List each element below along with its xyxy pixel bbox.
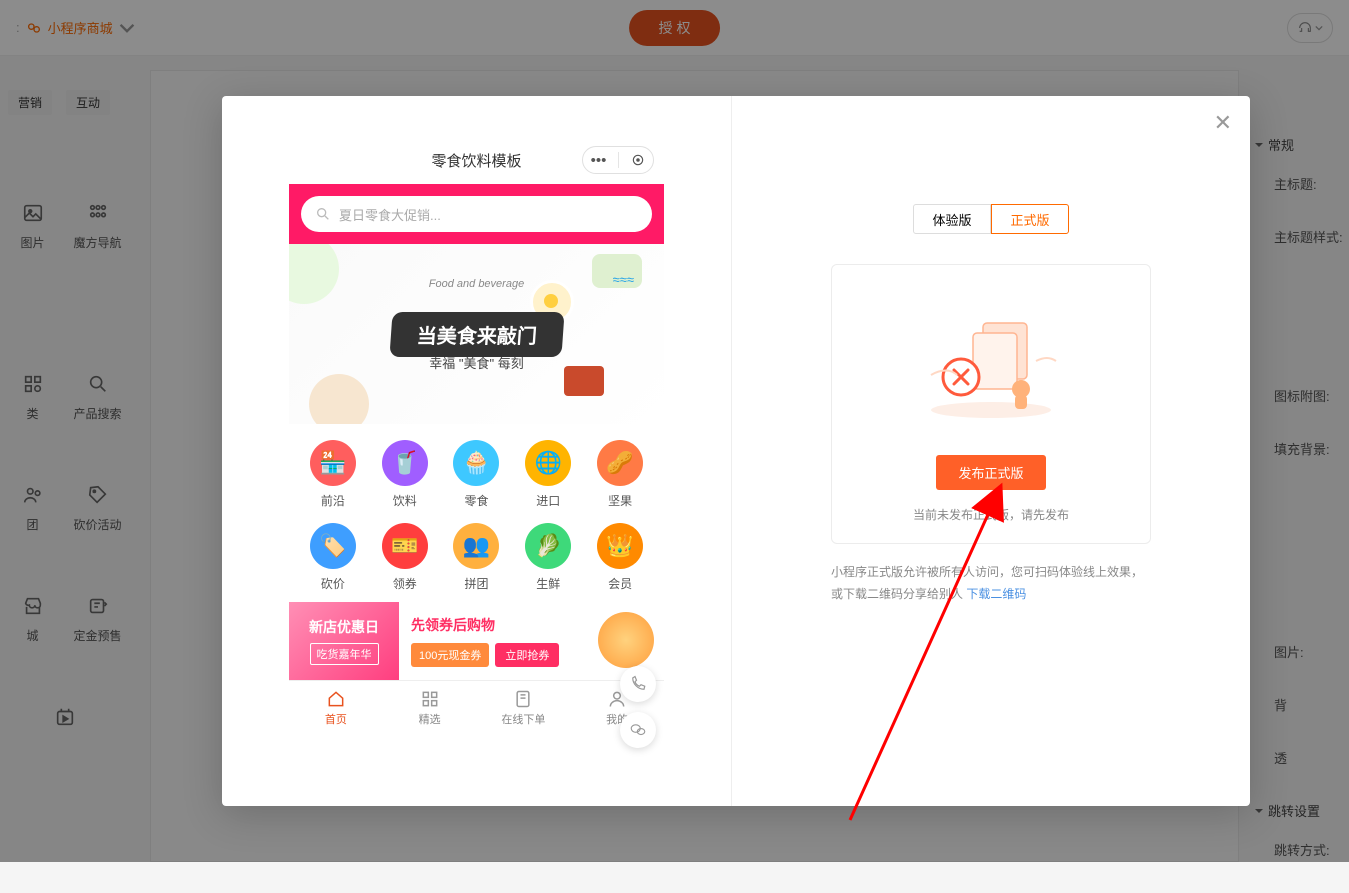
promo-left-title: 新店优惠日 bbox=[309, 617, 379, 637]
category-icon: 🏷️ bbox=[310, 523, 356, 569]
search-bar-wrap: 夏日零食大促销... bbox=[289, 184, 664, 244]
category-label: 拼团 bbox=[464, 575, 488, 592]
coupon-chip: 100元现金券 bbox=[411, 643, 489, 667]
category-item[interactable]: 🌐 进口 bbox=[512, 440, 584, 509]
banner-deco bbox=[564, 366, 604, 396]
category-label: 零食 bbox=[464, 492, 488, 509]
category-icon: 🥤 bbox=[382, 440, 428, 486]
more-icon: ••• bbox=[591, 152, 607, 169]
category-icon: 🧁 bbox=[453, 440, 499, 486]
tab-icon bbox=[326, 689, 346, 709]
publish-card: 发布正式版 当前未发布正式版，请先发布 bbox=[831, 264, 1151, 544]
category-label: 饮料 bbox=[393, 492, 417, 509]
tab-label: 在线下单 bbox=[501, 711, 545, 727]
promo-left-chip: 吃货嘉年华 bbox=[310, 643, 379, 665]
tab-label: 首页 bbox=[325, 711, 347, 727]
publish-status-message: 当前未发布正式版，请先发布 bbox=[852, 506, 1130, 523]
promo-right-title: 先领券后购物 bbox=[411, 615, 559, 635]
version-toggle: 体验版 正式版 bbox=[760, 204, 1222, 234]
category-icon: 🥜 bbox=[597, 440, 643, 486]
target-icon bbox=[631, 153, 645, 167]
publish-button[interactable]: 发布正式版 bbox=[936, 455, 1045, 490]
download-qr-link[interactable]: 下载二维码 bbox=[966, 587, 1026, 601]
phone-title: 零食饮料模板 bbox=[431, 150, 521, 171]
category-item[interactable]: 🥜 坚果 bbox=[584, 440, 656, 509]
close-button[interactable]: ✕ bbox=[1214, 110, 1232, 136]
category-label: 生鲜 bbox=[536, 575, 560, 592]
banner-subtitle-en: Food and beverage bbox=[429, 278, 524, 290]
publish-note: 小程序正式版允许被所有人访问，您可扫码体验线上效果，或下载二维码分享给别人 下载… bbox=[831, 562, 1151, 605]
phone-header: 零食饮料模板 ••• bbox=[289, 136, 664, 184]
promo-right-card[interactable]: 先领券后购物 100元现金券 立即抢券 bbox=[399, 602, 664, 680]
search-icon bbox=[315, 206, 331, 222]
float-wechat-button[interactable] bbox=[620, 712, 656, 748]
modal-publish-pane: ✕ 体验版 正式版 发布正式版 当前未发布正式版，请先发布 bbox=[732, 96, 1250, 806]
category-label: 领券 bbox=[393, 575, 417, 592]
banner-deco bbox=[309, 374, 369, 424]
promo-row: 新店优惠日 吃货嘉年华 先领券后购物 100元现金券 立即抢券 bbox=[289, 602, 664, 680]
category-item[interactable]: 👑 会员 bbox=[584, 523, 656, 592]
publish-modal: 零食饮料模板 ••• 夏日零食大促销... bbox=[222, 96, 1250, 806]
phone-preview: 零食饮料模板 ••• 夏日零食大促销... bbox=[289, 136, 664, 734]
category-icon: 🥬 bbox=[525, 523, 571, 569]
search-placeholder: 夏日零食大促销... bbox=[339, 205, 441, 224]
category-label: 砍价 bbox=[321, 575, 345, 592]
phone-icon bbox=[629, 675, 647, 693]
wechat-icon bbox=[629, 721, 647, 739]
category-icon: 🏪 bbox=[310, 440, 356, 486]
tab-icon bbox=[420, 689, 440, 709]
category-item[interactable]: 👥 拼团 bbox=[441, 523, 513, 592]
category-item[interactable]: 🧁 零食 bbox=[441, 440, 513, 509]
modal-preview-pane: 零食饮料模板 ••• 夏日零食大促销... bbox=[222, 96, 732, 806]
tabbar-item[interactable]: 首页 bbox=[289, 681, 383, 734]
category-item[interactable]: 🎫 领券 bbox=[369, 523, 441, 592]
divider bbox=[618, 152, 619, 168]
category-icon: 👥 bbox=[453, 523, 499, 569]
category-icon: 👑 bbox=[597, 523, 643, 569]
category-label: 会员 bbox=[608, 575, 632, 592]
category-icon: 🎫 bbox=[382, 523, 428, 569]
empty-illustration bbox=[852, 295, 1130, 435]
hero-banner[interactable]: ≈≈≈ Food and beverage 当美食来敲门 幸福 "美食" 每刻 bbox=[289, 244, 664, 424]
search-input[interactable]: 夏日零食大促销... bbox=[301, 196, 652, 232]
float-phone-button[interactable] bbox=[620, 666, 656, 702]
yolk-icon bbox=[544, 294, 558, 308]
category-label: 前沿 bbox=[321, 492, 345, 509]
category-item[interactable]: 🥬 生鲜 bbox=[512, 523, 584, 592]
tabbar-item[interactable]: 在线下单 bbox=[477, 681, 571, 734]
promo-left-card[interactable]: 新店优惠日 吃货嘉年华 bbox=[289, 602, 399, 680]
bottom-tabbar: 首页精选在线下单我的 bbox=[289, 680, 664, 734]
category-icon: 🌐 bbox=[525, 440, 571, 486]
tab-trial-version[interactable]: 体验版 bbox=[913, 204, 991, 234]
capsule-menu[interactable]: ••• bbox=[582, 146, 654, 174]
wave-icon: ≈≈≈ bbox=[613, 272, 634, 287]
grab-coupon-button[interactable]: 立即抢券 bbox=[495, 643, 559, 667]
category-item[interactable]: 🥤 饮料 bbox=[369, 440, 441, 509]
category-item[interactable]: 🏷️ 砍价 bbox=[297, 523, 369, 592]
tab-label: 精选 bbox=[419, 711, 441, 727]
category-label: 坚果 bbox=[608, 492, 632, 509]
category-label: 进口 bbox=[536, 492, 560, 509]
category-grid: 🏪 前沿 🥤 饮料 🧁 零食 🌐 进口 🥜 坚果 🏷️ 砍价 🎫 领券 👥 拼团 🥬 生鲜 👑 会员 bbox=[289, 424, 664, 602]
banner-subtitle: 幸福 "美食" 每刻 bbox=[429, 353, 523, 372]
banner-deco bbox=[289, 244, 339, 304]
tab-production-version[interactable]: 正式版 bbox=[991, 204, 1069, 234]
tabbar-item[interactable]: 精选 bbox=[383, 681, 477, 734]
banner-headline: 当美食来敲门 bbox=[389, 312, 564, 357]
tab-icon bbox=[513, 689, 533, 709]
category-item[interactable]: 🏪 前沿 bbox=[297, 440, 369, 509]
promo-deco bbox=[598, 612, 654, 668]
